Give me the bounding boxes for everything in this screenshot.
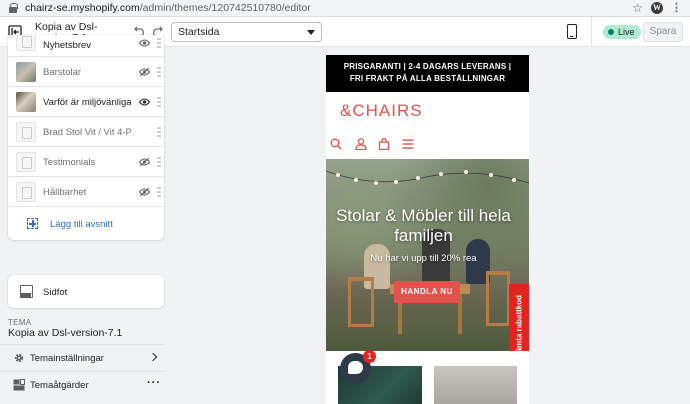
drag-handle-icon[interactable]: [157, 157, 161, 167]
section-label: Nyhetsbrev: [43, 40, 92, 51]
cart-icon[interactable]: [378, 138, 390, 150]
theme-actions-icon: [13, 379, 25, 391]
theme-actions-label: Temaåtgärder: [30, 380, 89, 391]
drag-handle-icon[interactable]: [157, 187, 161, 197]
section-photo-thumb: [16, 92, 36, 112]
visibility-eye-icon[interactable]: [139, 97, 150, 107]
scrollbar[interactable]: [683, 47, 690, 404]
divider: [591, 17, 592, 47]
hero-subtitle: Nu har vi upp till 20% rea: [370, 253, 477, 264]
add-section-icon: [27, 218, 38, 229]
drag-handle-icon[interactable]: [157, 67, 161, 77]
product-thumb-icon: [16, 122, 36, 142]
theme-name: Kopia av Dsl-version-7.1: [8, 327, 123, 339]
announcement-line-2: FRI FRAKT PÅ ALLA BESTÄLLNINGAR: [349, 74, 506, 83]
hero-photo-chair: [348, 277, 374, 327]
chat-notification-badge: 1: [363, 350, 376, 363]
sections-card: Nyhetsbrev Barstolar Varför är miljövänl…: [8, 35, 164, 240]
lock-icon: [9, 3, 18, 13]
chevron-down-icon: [307, 30, 315, 35]
sidebar: Nyhetsbrev Barstolar Varför är miljövänl…: [0, 35, 172, 404]
store-logo[interactable]: &CHAIRS: [340, 101, 423, 121]
url-path: /admin/themes/120742510780/editor: [139, 2, 311, 14]
section-row-miljovanliga[interactable]: Varför är miljövänliga ...: [8, 87, 164, 117]
page-selector[interactable]: Startsida: [171, 22, 322, 42]
announcement-bar[interactable]: PRISGARANTI | 2-4 DAGARS LEVERANS | FRI …: [326, 55, 529, 92]
text-image-thumb-icon: [16, 182, 36, 202]
save-button[interactable]: Spara: [643, 22, 683, 42]
section-row-barstolar[interactable]: Barstolar: [8, 57, 164, 87]
wordpress-extension-icon[interactable]: W: [651, 2, 663, 14]
theme-actions-item[interactable]: Temaåtgärder ···: [0, 371, 164, 397]
footer-label: Sidfot: [43, 287, 68, 298]
section-row-hallbarhet[interactable]: Hållbarhet: [8, 177, 164, 207]
account-icon[interactable]: [355, 138, 367, 150]
footer-icon: [20, 285, 33, 298]
section-label: Hållbarhet: [43, 187, 87, 198]
url-host: chairz-se.myshopify.com: [25, 2, 140, 14]
hidden-eye-icon[interactable]: [139, 67, 150, 77]
live-status-badge: Live: [603, 25, 641, 39]
add-section-button[interactable]: Lägg till avsnitt: [8, 207, 164, 240]
shop-now-button[interactable]: HANDLA NU: [394, 281, 460, 303]
theme-heading: TEMA: [8, 318, 32, 327]
add-section-label: Lägg till avsnitt: [50, 219, 113, 230]
drag-handle-icon[interactable]: [157, 127, 161, 137]
gear-icon: [14, 353, 24, 363]
hidden-eye-icon[interactable]: [139, 187, 150, 197]
theme-settings-item[interactable]: Temainställningar: [0, 344, 164, 370]
string-lights-decoration: [326, 170, 529, 185]
section-row-testimonials[interactable]: Testimonials: [8, 147, 164, 177]
announcement-line-1: PRISGARANTI | 2-4 DAGARS LEVERANS |: [343, 62, 512, 71]
chevron-right-icon: [148, 352, 158, 362]
footer-section[interactable]: Sidfot: [8, 275, 164, 308]
discount-code-tab[interactable]: Hämta rabattkod: [509, 284, 529, 351]
product-image[interactable]: [434, 366, 517, 404]
more-options-icon[interactable]: ···: [147, 377, 161, 389]
theme-settings-label: Temainställningar: [30, 353, 104, 364]
section-label: Testimonials: [43, 157, 96, 168]
store-preview[interactable]: PRISGARANTI | 2-4 DAGARS LEVERANS | FRI …: [326, 55, 529, 404]
hamburger-menu-icon[interactable]: [402, 138, 414, 150]
hero-banner[interactable]: Stolar & Möbler till hela familjen Nu ha…: [326, 159, 529, 351]
browser-url-bar[interactable]: chairz-se.myshopify.com/admin/themes/120…: [0, 0, 690, 17]
page-selector-value: Startsida: [178, 26, 220, 38]
hero-title: Stolar & Möbler till hela familjen: [336, 206, 511, 245]
section-row-nyhetsbrev[interactable]: Nyhetsbrev: [8, 35, 164, 57]
store-nav-icons: [330, 138, 430, 152]
hidden-eye-icon[interactable]: [139, 157, 150, 167]
drag-handle-icon[interactable]: [157, 97, 161, 107]
browser-menu-icon[interactable]: ⋮: [671, 2, 682, 14]
mobile-view-icon[interactable]: [567, 24, 577, 39]
search-icon[interactable]: [330, 138, 342, 150]
text-thumb-icon: [16, 152, 36, 172]
section-photo-thumb: [16, 62, 36, 82]
section-row-brad-stol[interactable]: Brad Stol Vit / Vit 4-P...: [8, 117, 164, 147]
newsletter-thumb-icon: [16, 35, 36, 51]
url-text[interactable]: chairz-se.myshopify.com/admin/themes/120…: [25, 2, 311, 14]
discount-code-label: Hämta rabattkod: [514, 294, 524, 351]
section-label: Brad Stol Vit / Vit 4-P...: [43, 127, 131, 138]
section-label: Varför är miljövänliga ...: [43, 97, 131, 108]
section-label: Barstolar: [43, 67, 82, 78]
bookmark-star-icon[interactable]: ☆: [632, 2, 643, 14]
drag-handle-icon[interactable]: [157, 38, 161, 48]
visibility-eye-icon[interactable]: [139, 38, 150, 48]
hero-photo-chair: [486, 271, 510, 326]
